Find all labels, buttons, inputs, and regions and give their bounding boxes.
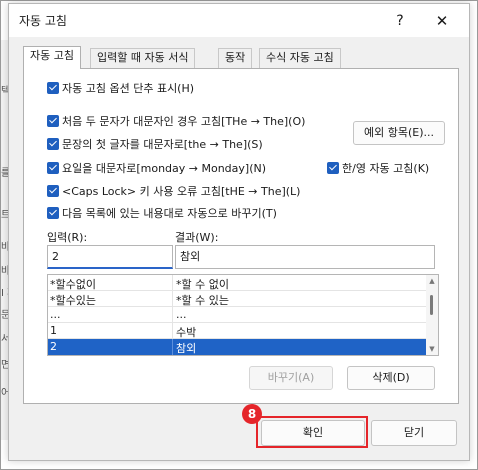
exceptions-button[interactable]: 예외 항목(E)...: [353, 121, 445, 145]
replace-button[interactable]: 바꾸기(A): [249, 366, 333, 390]
checkbox-checked-icon[interactable]: [47, 185, 59, 197]
step-badge: 8: [242, 404, 262, 424]
list-item[interactable]: 1 수박: [48, 323, 426, 339]
dialog-title: 자동 고침: [19, 14, 67, 28]
with-input[interactable]: 참외: [175, 245, 435, 269]
replace-text-checkbox[interactable]: 다음 목록에 있는 내용대로 자동으로 바꾸기(T): [47, 207, 277, 223]
caps-lock-correction-checkbox[interactable]: <Caps Lock> 키 사용 오류 고침[tHE → The](L): [47, 185, 300, 201]
capitalize-day-names-checkbox[interactable]: 요일을 대문자로[monday → Monday](N): [47, 162, 266, 178]
list-scrollbar[interactable]: ▲ ▼: [426, 275, 438, 355]
checkbox-checked-icon[interactable]: [47, 162, 59, 174]
list-item[interactable]: *할수있는 *할 수 있는: [48, 291, 426, 307]
close-dialog-button[interactable]: 닫기: [371, 420, 457, 446]
checkbox-checked-icon[interactable]: [47, 115, 59, 127]
close-icon[interactable]: ✕: [428, 10, 456, 32]
tab-math-autocorrect[interactable]: 수식 자동 고침: [259, 48, 341, 68]
tab-autocorrect[interactable]: 자동 고침: [23, 46, 81, 69]
list-item-selected[interactable]: 2 참외: [48, 339, 426, 355]
ok-button[interactable]: 확인: [261, 420, 365, 446]
correct-two-initials-checkbox[interactable]: 처음 두 문자가 대문자인 경우 고침[THe → The](O): [47, 115, 305, 131]
checkbox-checked-icon[interactable]: [47, 82, 59, 94]
input-label: 입력(R):: [47, 231, 88, 244]
list-item[interactable]: *할수없이 *할 수 없이: [48, 275, 426, 291]
scroll-thumb[interactable]: [430, 295, 433, 315]
capitalize-first-letter-checkbox[interactable]: 문장의 첫 글자를 대문자로[the → The](S): [47, 138, 263, 154]
scroll-up-arrow-icon[interactable]: ▲: [428, 277, 436, 285]
replace-input[interactable]: 2: [47, 245, 173, 269]
scroll-down-arrow-icon[interactable]: ▼: [428, 345, 436, 353]
title-bar: 자동 고침 ? ✕: [9, 4, 469, 37]
autocorrect-dialog: 자동 고침 ? ✕ 자동 고침 입력할 때 자동 서식 동작 수식 자동 고침 …: [8, 3, 470, 461]
checkbox-checked-icon[interactable]: [47, 207, 59, 219]
result-label: 결과(W):: [175, 231, 219, 244]
show-options-buttons-checkbox[interactable]: 자동 고침 옵션 단추 표시(H): [47, 82, 194, 98]
list-item[interactable]: ... ...: [48, 307, 426, 323]
checkbox-checked-icon[interactable]: [327, 162, 339, 174]
help-button[interactable]: ?: [387, 10, 413, 32]
delete-button[interactable]: 삭제(D): [347, 366, 435, 390]
tab-autoformat-as-you-type[interactable]: 입력할 때 자동 서식: [90, 48, 196, 68]
autocorrect-list[interactable]: *할수없이 *할 수 없이 *할수있는 *할 수 있는 ... ... 1 수박…: [47, 274, 439, 356]
checkbox-checked-icon[interactable]: [47, 138, 59, 150]
han-eng-autocorrect-checkbox[interactable]: 한/영 자동 고침(K): [327, 162, 429, 178]
tab-actions[interactable]: 동작: [218, 48, 253, 68]
